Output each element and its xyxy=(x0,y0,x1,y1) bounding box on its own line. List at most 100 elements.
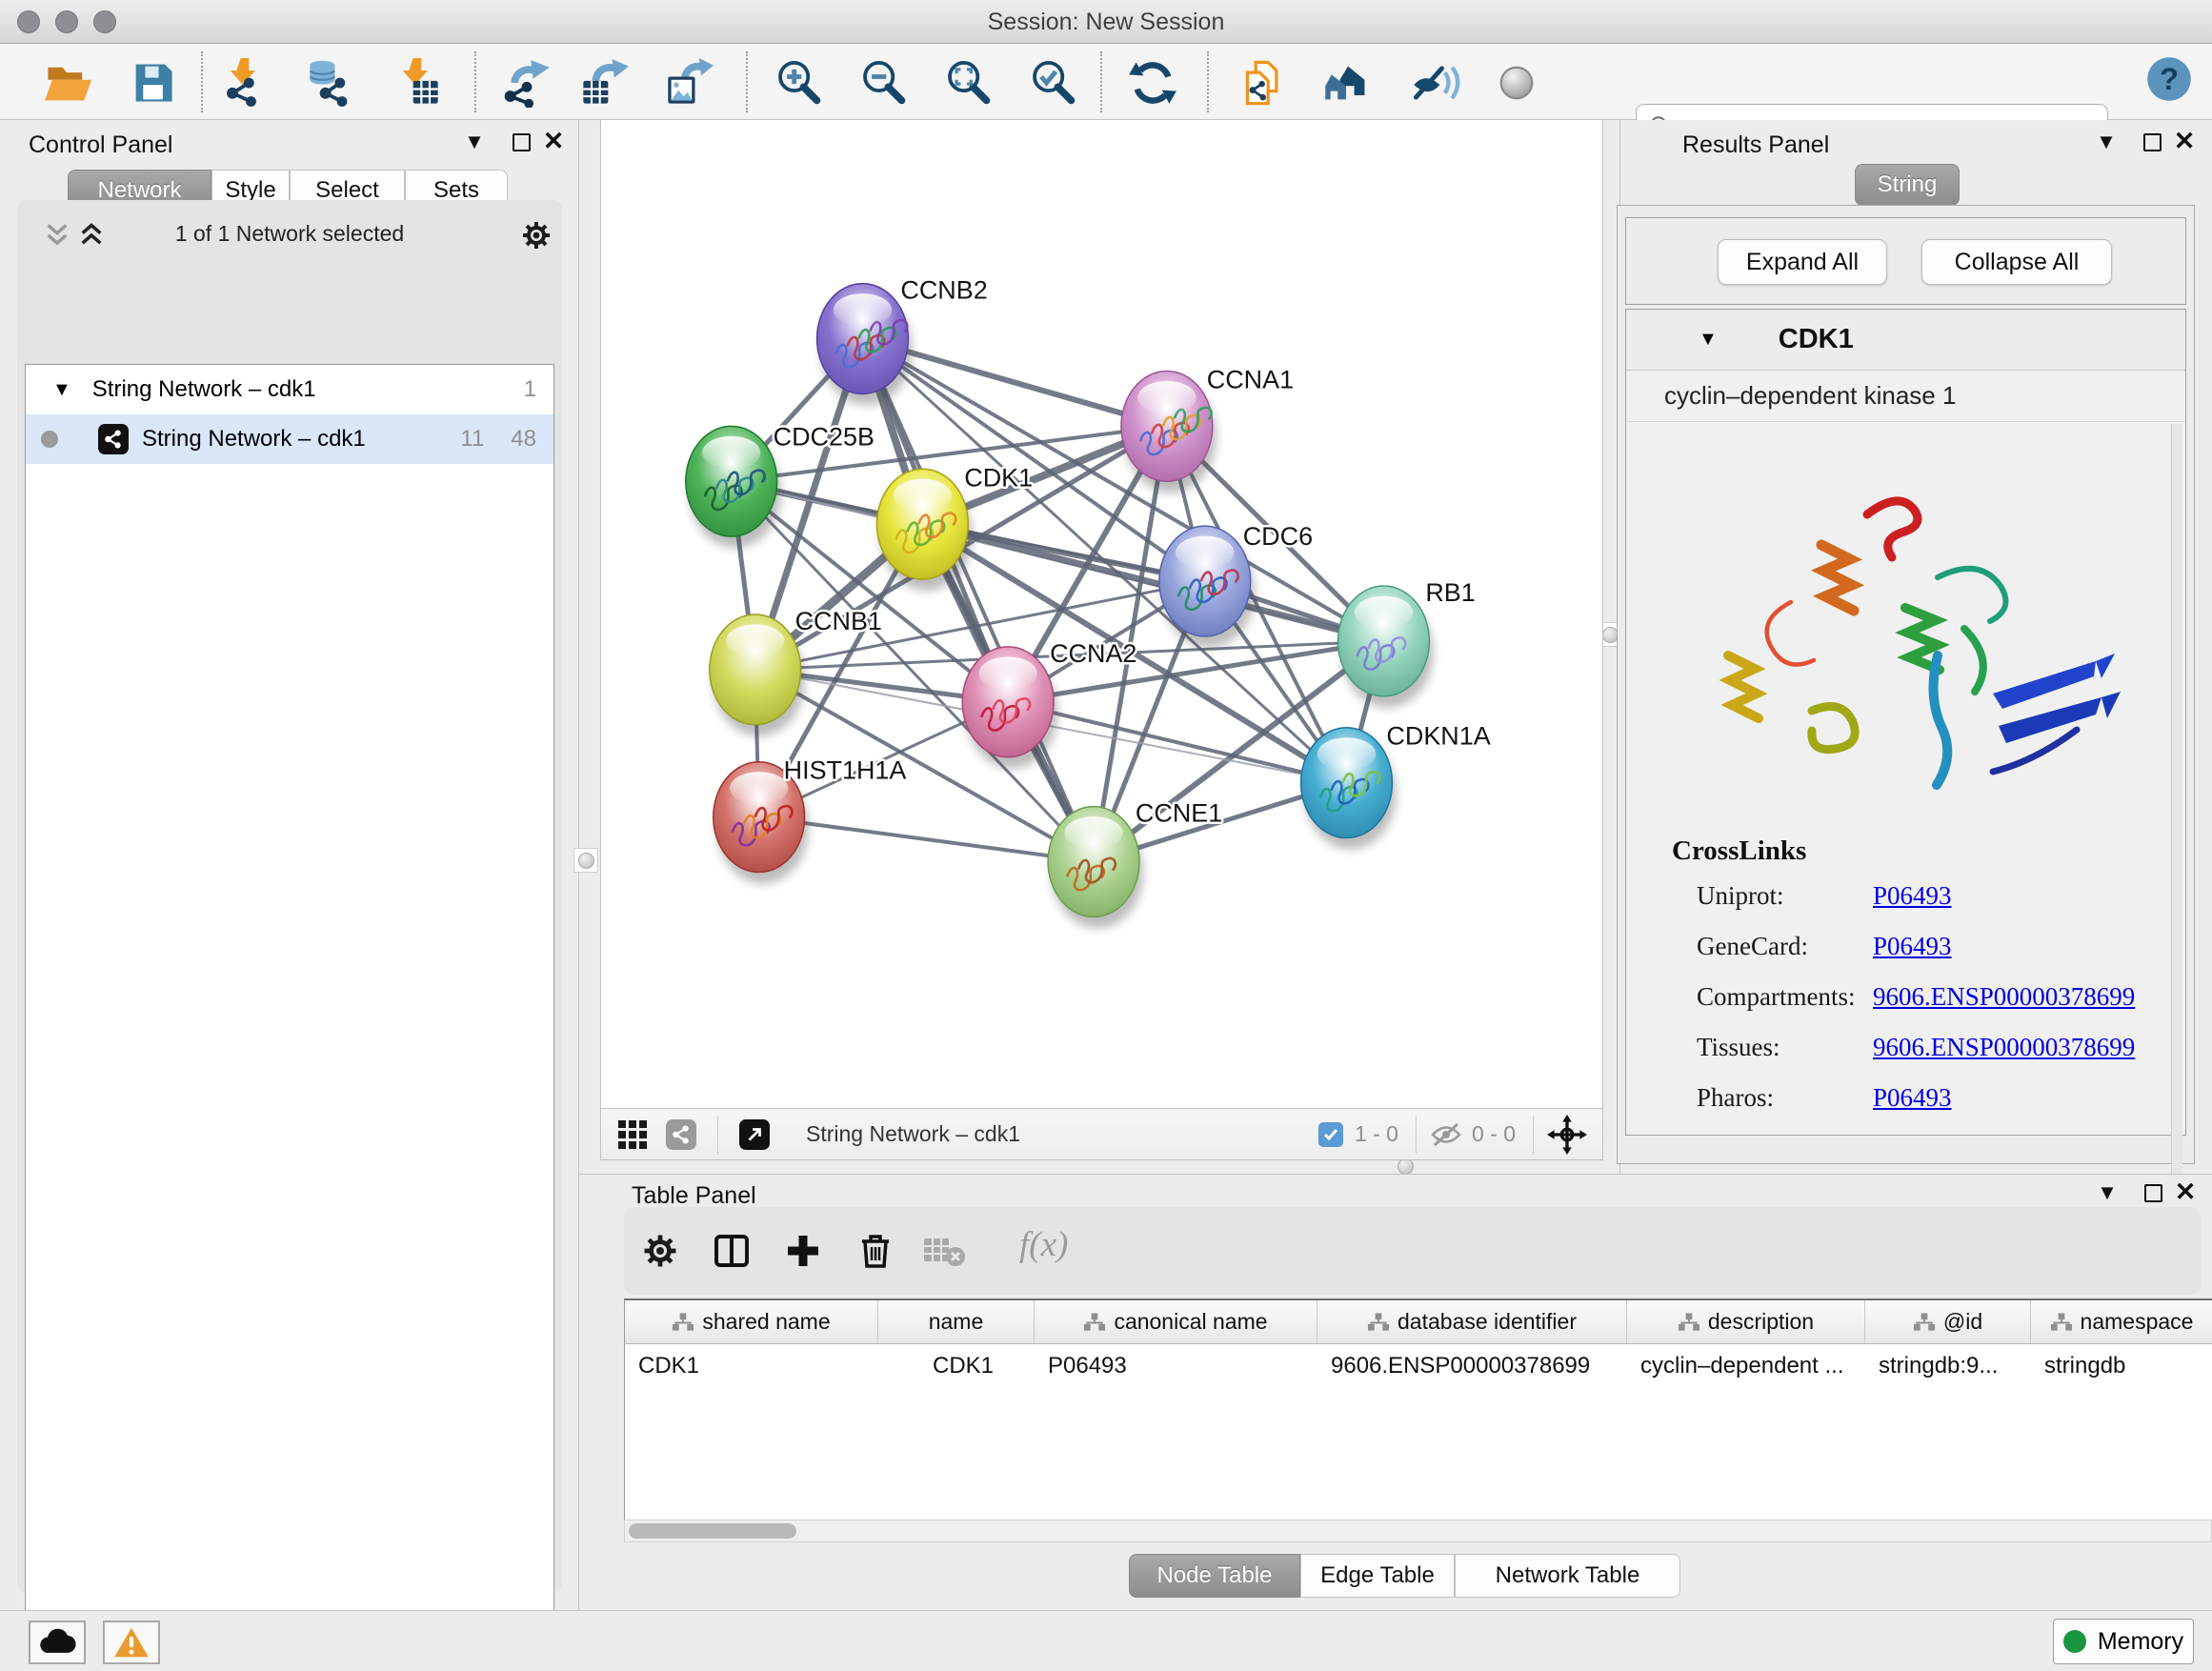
control-panel-close-icon[interactable]: ✕ xyxy=(539,127,568,155)
column-header-shared-name[interactable]: shared name xyxy=(625,1300,878,1343)
network-canvas[interactable]: CCNB2CCNA1CDC25BCDK1CDC6RB1CCNB1CCNA2CDK… xyxy=(600,120,1603,1108)
crosslink-link[interactable]: P06493 xyxy=(1873,1083,1952,1113)
show-columns-icon[interactable] xyxy=(705,1224,758,1278)
help-icon[interactable]: ? xyxy=(2142,51,2197,107)
save-session-icon[interactable] xyxy=(125,55,180,111)
table-cell[interactable]: CDK1 xyxy=(878,1353,1035,1379)
zoom-out-icon[interactable] xyxy=(855,55,911,111)
export-image-icon[interactable] xyxy=(661,55,716,111)
selected-items-checkbox[interactable] xyxy=(1318,1122,1343,1147)
table-panel-float-icon[interactable] xyxy=(2139,1178,2167,1207)
table-cell[interactable]: stringdb xyxy=(2031,1353,2212,1379)
table-options-gear-icon[interactable] xyxy=(633,1224,687,1278)
network-node-CCNB1[interactable] xyxy=(710,614,805,736)
selected-node-edge-counts: 1 - 0 xyxy=(1355,1121,1398,1147)
network-options-gear-icon[interactable] xyxy=(520,219,553,252)
results-scrollbar[interactable] xyxy=(2171,424,2182,1229)
homes-icon[interactable] xyxy=(1319,55,1375,111)
import-network-file-icon[interactable] xyxy=(217,55,272,111)
node-label-CDC6: CDC6 xyxy=(1243,522,1313,551)
cytoscape-window: Session: New Session xyxy=(0,0,2212,1671)
network-node-CDC6[interactable] xyxy=(1159,526,1255,648)
share-clipboard-icon[interactable] xyxy=(1238,55,1294,111)
hide-graphics-details-icon[interactable] xyxy=(1408,55,1463,111)
refresh-icon[interactable] xyxy=(1125,55,1180,111)
network-edge[interactable] xyxy=(1008,702,1346,783)
results-panel-collapse-icon[interactable]: ▼ xyxy=(2092,128,2121,156)
column-header-database-identifier[interactable]: database identifier xyxy=(1317,1300,1627,1343)
export-network-icon[interactable] xyxy=(499,55,554,111)
table-panel-tabs: Node TableEdge TableNetwork Table xyxy=(1129,1554,1680,1598)
string-network-graph[interactable]: CCNB2CCNA1CDC25BCDK1CDC6RB1CCNB1CCNA2CDK… xyxy=(601,120,1602,1108)
view-network-icon[interactable] xyxy=(666,1119,696,1150)
results-panel-close-icon[interactable]: ✕ xyxy=(2170,127,2199,155)
tab-string[interactable]: String xyxy=(1855,164,1960,206)
crosslink-link[interactable]: 9606.ENSP00000378699 xyxy=(1873,982,2135,1012)
table-horizontal-scrollbar[interactable] xyxy=(624,1520,2212,1542)
network-node-CDK1[interactable] xyxy=(876,469,972,591)
crosslink-link[interactable]: 9606.ENSP00000378699 xyxy=(1873,1033,2135,1062)
column-header--id[interactable]: @id xyxy=(1865,1300,2031,1343)
table-cell[interactable]: stringdb:9... xyxy=(1865,1353,2031,1379)
network-collection-row[interactable]: ▼ String Network – cdk1 1 xyxy=(26,365,553,414)
memory-button[interactable]: Memory xyxy=(2053,1619,2194,1664)
column-header-canonical-name[interactable]: canonical name xyxy=(1035,1300,1317,1343)
import-table-file-icon[interactable] xyxy=(390,55,445,111)
section-expander-icon[interactable]: ▼ xyxy=(1699,329,1718,351)
scrollbar-thumb[interactable] xyxy=(629,1523,796,1539)
network-node-CCNE1[interactable] xyxy=(1048,807,1143,929)
table-cell[interactable]: cyclin–dependent ... xyxy=(1627,1353,1865,1379)
gene-description: cyclin–dependent kinase 1 xyxy=(1626,371,2185,422)
column-header-description[interactable]: description xyxy=(1627,1300,1865,1343)
tree-expander-icon[interactable]: ▼ xyxy=(52,379,71,401)
add-column-icon[interactable] xyxy=(776,1224,830,1278)
memory-label: Memory xyxy=(2098,1628,2183,1656)
crosslink-row: Uniprot:P06493 xyxy=(1697,881,2173,911)
network-node-CDKN1A[interactable] xyxy=(1301,728,1397,850)
detach-view-icon[interactable] xyxy=(739,1119,770,1150)
table-panel-collapse-icon[interactable]: ▼ xyxy=(2093,1178,2122,1207)
zoom-in-icon[interactable] xyxy=(771,55,826,111)
view-grid-icon[interactable] xyxy=(616,1118,649,1151)
table-panel-close-icon[interactable]: ✕ xyxy=(2171,1178,2200,1206)
zoom-selected-icon[interactable] xyxy=(1025,55,1080,111)
tab-edge-table[interactable]: Edge Table xyxy=(1300,1554,1455,1598)
column-header-label: shared name xyxy=(702,1309,830,1335)
network-row-selected[interactable]: String Network – cdk1 11 48 xyxy=(26,414,553,464)
crosslink-link[interactable]: P06493 xyxy=(1873,881,1952,911)
collapse-all-button[interactable]: Collapse All xyxy=(1921,239,2112,285)
pan-crosshair-icon[interactable] xyxy=(1547,1115,1587,1155)
network-node-CCNB2[interactable] xyxy=(817,284,913,406)
horizontal-splitter-grip[interactable] xyxy=(1393,1160,1418,1173)
birds-eye-icon[interactable] xyxy=(1489,55,1544,111)
results-panel-float-icon[interactable] xyxy=(2138,128,2166,156)
cloud-status-icon[interactable] xyxy=(29,1621,86,1664)
column-header-name[interactable]: name xyxy=(878,1300,1035,1343)
warning-status-icon[interactable] xyxy=(103,1621,160,1664)
network-edge[interactable] xyxy=(759,817,1094,862)
delete-column-icon[interactable] xyxy=(849,1224,902,1278)
vertical-splitter-grip[interactable] xyxy=(573,848,598,873)
table-row[interactable]: CDK1CDK1P064939606.ENSP00000378699cyclin… xyxy=(625,1344,2212,1387)
footer-separator xyxy=(1416,1116,1417,1154)
import-network-database-icon[interactable] xyxy=(302,55,357,111)
control-panel-collapse-icon[interactable]: ▼ xyxy=(460,128,489,156)
column-header-label: database identifier xyxy=(1398,1309,1577,1335)
open-session-icon[interactable] xyxy=(40,55,95,111)
tab-network-table[interactable]: Network Table xyxy=(1455,1554,1680,1598)
control-panel-float-icon[interactable] xyxy=(507,128,535,156)
cdk1-section-header[interactable]: ▼ CDK1 xyxy=(1626,310,2185,371)
crosslink-link[interactable]: P06493 xyxy=(1873,932,1952,961)
expand-all-button[interactable]: Expand All xyxy=(1718,239,1887,285)
network-selection-status: 1 of 1 Network selected xyxy=(17,221,562,247)
network-node-CCNA2[interactable] xyxy=(962,647,1057,769)
network-node-RB1[interactable] xyxy=(1338,586,1434,708)
tab-node-table[interactable]: Node Table xyxy=(1129,1554,1300,1598)
table-cell[interactable]: CDK1 xyxy=(625,1353,878,1379)
network-node-CCNA1[interactable] xyxy=(1121,371,1217,493)
column-header-namespace[interactable]: namespace xyxy=(2031,1300,2212,1343)
table-cell[interactable]: P06493 xyxy=(1035,1353,1317,1379)
export-table-icon[interactable] xyxy=(576,55,632,111)
table-cell[interactable]: 9606.ENSP00000378699 xyxy=(1317,1353,1627,1379)
zoom-fit-icon[interactable] xyxy=(940,55,995,111)
